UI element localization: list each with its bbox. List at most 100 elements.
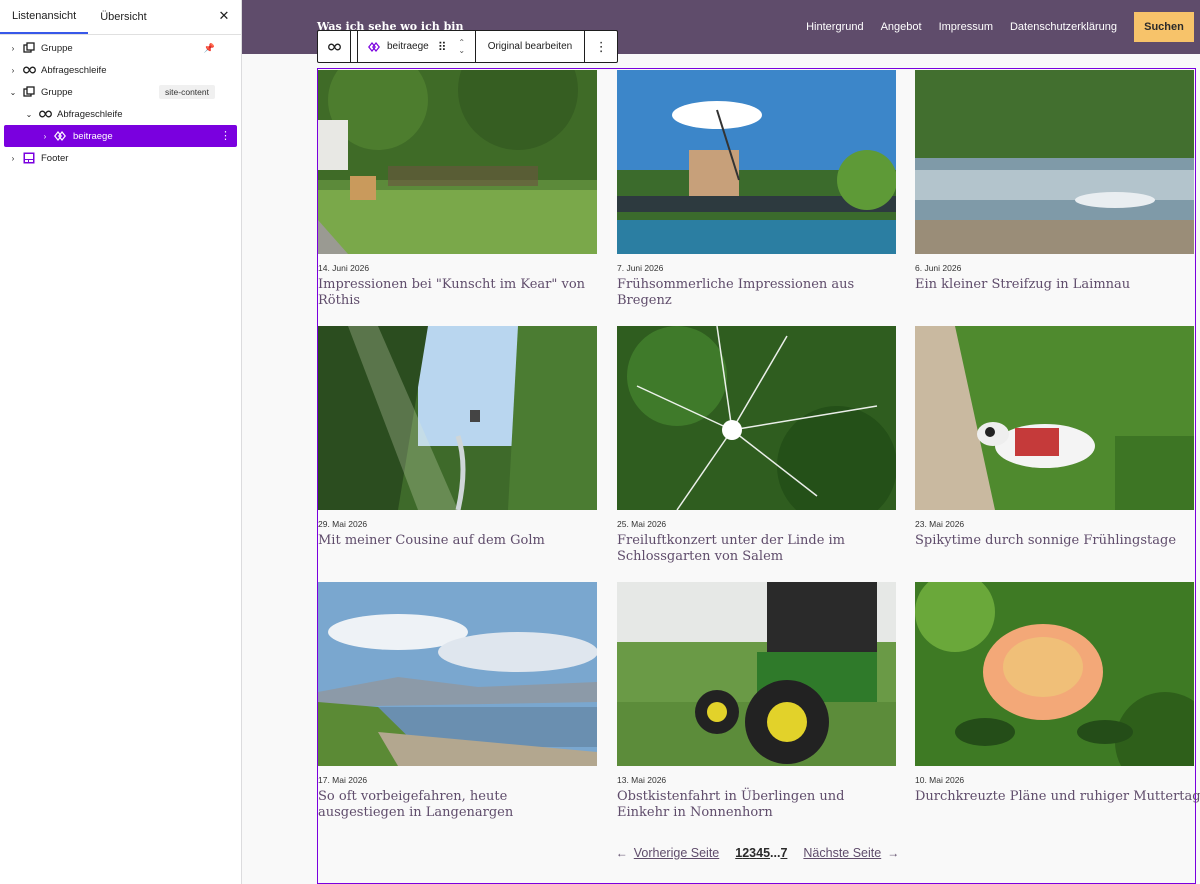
post-thumbnail[interactable] xyxy=(915,326,1194,510)
post-date: 29. Mai 2026 xyxy=(318,519,368,529)
pin-icon: 📌 xyxy=(203,42,215,53)
post-card: 6. Juni 2026 Ein kleiner Streifzug in La… xyxy=(915,70,1195,293)
more-options-icon[interactable]: ⋮ xyxy=(220,130,231,142)
post-title[interactable]: So oft vorbeigefahren, heute ausgestiege… xyxy=(318,789,598,821)
footer-icon xyxy=(22,152,36,164)
page-number-1[interactable]: 1 xyxy=(735,846,742,860)
select-parent-loop-icon[interactable] xyxy=(318,31,350,62)
close-icon[interactable]: ✕ xyxy=(217,8,231,23)
tab-listenansicht[interactable]: Listenansicht xyxy=(0,0,89,34)
nav-link-hintergrund[interactable]: Hintergrund xyxy=(806,21,863,33)
post-card: 25. Mai 2026 Freiluftkonzert unter der L… xyxy=(617,326,897,565)
drag-handle-icon[interactable]: ⠿ xyxy=(435,31,449,62)
post-title[interactable]: Spikytime durch sonnige Frühlingstage xyxy=(915,533,1195,549)
arrow-left-icon[interactable]: ← xyxy=(616,846,628,860)
more-options-icon[interactable]: ⋮ xyxy=(585,31,617,62)
tree-item-gruppe-site-content[interactable]: ⌄ Gruppe site-content xyxy=(4,81,237,103)
chevron-right-icon[interactable]: › xyxy=(8,66,18,75)
edit-original-button[interactable]: Original bearbeiten xyxy=(476,31,585,62)
post-title[interactable]: Impressionen bei "Kunscht im Kear" von R… xyxy=(318,277,598,309)
pagination-ellipsis: ... xyxy=(770,846,781,860)
tree-item-label: Gruppe xyxy=(41,86,73,98)
page-number-4[interactable]: 4 xyxy=(756,846,763,860)
tab-uebersicht[interactable]: Übersicht xyxy=(88,0,158,34)
nav-link-datenschutz[interactable]: Datenschutzerklärung xyxy=(1010,21,1117,33)
post-card: 7. Juni 2026 Frühsommerliche Impressione… xyxy=(617,70,897,309)
post-title[interactable]: Frühsommerliche Impressionen aus Bregenz xyxy=(617,277,897,309)
list-view-tabs: Listenansicht Übersicht ✕ xyxy=(0,0,241,35)
tree-item-beitraege[interactable]: › beitraege ⋮ xyxy=(4,125,237,147)
tree-item-label: Gruppe xyxy=(41,42,73,54)
tree-item-gruppe[interactable]: › Gruppe 📌 xyxy=(4,37,237,59)
post-title[interactable]: Ein kleiner Streifzug in Laimnau xyxy=(915,277,1195,293)
post-card: 13. Mai 2026 Obstkistenfahrt in Überling… xyxy=(617,582,897,821)
nav-link-impressum[interactable]: Impressum xyxy=(939,21,993,33)
post-date: 6. Juni 2026 xyxy=(915,263,962,273)
nav-link-angebot[interactable]: Angebot xyxy=(881,21,922,33)
loop-icon xyxy=(22,64,36,76)
block-type-button[interactable]: beitraege xyxy=(358,31,435,62)
posts-grid: 14. Juni 2026 Impressionen bei "Kunscht … xyxy=(317,68,1200,884)
block-tree: › Gruppe 📌 › Abfrageschleife ⌄ Gruppe si… xyxy=(0,35,241,169)
toolbar-edit-segment: Original bearbeiten xyxy=(476,31,586,62)
post-title[interactable]: Freiluftkonzert unter der Linde im Schlo… xyxy=(617,533,897,565)
post-title[interactable]: Durchkreuzte Pläne und ruhiger Muttertag xyxy=(915,789,1200,805)
loop-icon xyxy=(38,108,52,120)
move-down-icon[interactable]: ⌄ xyxy=(458,46,465,55)
post-thumbnail[interactable] xyxy=(318,582,597,766)
post-date: 10. Mai 2026 xyxy=(915,775,965,785)
post-card: 17. Mai 2026 So oft vorbeigefahren, heut… xyxy=(318,582,598,821)
page-number-2[interactable]: 2 xyxy=(742,846,749,860)
pagination: ← Vorherige Seite 1 2 3 4 5 ... 7 Nächst… xyxy=(318,846,1197,860)
post-card: 29. Mai 2026 Mit meiner Cousine auf dem … xyxy=(318,326,598,549)
post-card: 14. Juni 2026 Impressionen bei "Kunscht … xyxy=(318,70,598,309)
post-date: 25. Mai 2026 xyxy=(617,519,667,529)
pattern-icon xyxy=(54,130,68,142)
post-title[interactable]: Mit meiner Cousine auf dem Golm xyxy=(318,533,598,549)
arrow-right-icon[interactable]: → xyxy=(887,846,899,860)
post-thumbnail[interactable] xyxy=(318,70,597,254)
search-button[interactable]: Suchen xyxy=(1134,12,1194,42)
move-buttons: ⌃ ⌄ xyxy=(449,31,475,62)
post-thumbnail[interactable] xyxy=(318,326,597,510)
toolbar-options-segment: ⋮ xyxy=(585,31,617,62)
post-title[interactable]: Obstkistenfahrt in Überlingen und Einkeh… xyxy=(617,789,897,821)
next-page-link[interactable]: Nächste Seite xyxy=(803,846,881,860)
tree-item-label: Abfrageschleife xyxy=(41,64,107,76)
page-number-5[interactable]: 5 xyxy=(763,846,770,860)
tree-item-label: Footer xyxy=(41,152,69,164)
post-card: 10. Mai 2026 Durchkreuzte Pläne und ruhi… xyxy=(915,582,1200,805)
post-date: 14. Juni 2026 xyxy=(318,263,370,273)
post-thumbnail[interactable] xyxy=(617,582,896,766)
pattern-label: beitraege xyxy=(387,41,429,52)
chevron-right-icon[interactable]: › xyxy=(8,154,18,163)
chevron-right-icon[interactable]: › xyxy=(40,132,50,141)
toolbar-block-segment: beitraege ⠿ ⌃ ⌄ xyxy=(357,31,476,62)
list-view-panel: Listenansicht Übersicht ✕ › Gruppe 📌 › A… xyxy=(0,0,242,884)
chevron-right-icon[interactable]: › xyxy=(8,44,18,53)
editor-canvas: Was ich sehe wo ich bin Hintergrund Ange… xyxy=(242,0,1200,884)
block-badge: site-content xyxy=(159,85,215,99)
post-date: 23. Mai 2026 xyxy=(915,519,965,529)
page-number-last[interactable]: 7 xyxy=(780,846,787,860)
post-thumbnail[interactable] xyxy=(617,326,896,510)
block-toolbar: beitraege ⠿ ⌃ ⌄ Original bearbeiten ⋮ xyxy=(317,30,619,63)
tree-item-abfrageschleife[interactable]: › Abfrageschleife xyxy=(4,59,237,81)
tree-item-footer[interactable]: › Footer xyxy=(4,147,237,169)
post-thumbnail[interactable] xyxy=(915,582,1194,766)
post-date: 7. Juni 2026 xyxy=(617,263,664,273)
group-icon xyxy=(22,86,36,98)
post-date: 13. Mai 2026 xyxy=(617,775,667,785)
post-thumbnail[interactable] xyxy=(915,70,1194,254)
main-navigation: Hintergrund Angebot Impressum Datenschut… xyxy=(806,12,1194,42)
chevron-down-icon[interactable]: ⌄ xyxy=(8,88,18,97)
post-card: 23. Mai 2026 Spikytime durch sonnige Frü… xyxy=(915,326,1195,549)
post-thumbnail[interactable] xyxy=(617,70,896,254)
previous-page-link[interactable]: Vorherige Seite xyxy=(634,846,719,860)
tree-item-label: Abfrageschleife xyxy=(57,108,123,120)
chevron-down-icon[interactable]: ⌄ xyxy=(24,110,34,119)
tree-item-abfrageschleife-nested[interactable]: ⌄ Abfrageschleife xyxy=(4,103,237,125)
toolbar-parent-segment xyxy=(318,31,351,62)
post-date: 17. Mai 2026 xyxy=(318,775,368,785)
page-number-3[interactable]: 3 xyxy=(749,846,756,860)
